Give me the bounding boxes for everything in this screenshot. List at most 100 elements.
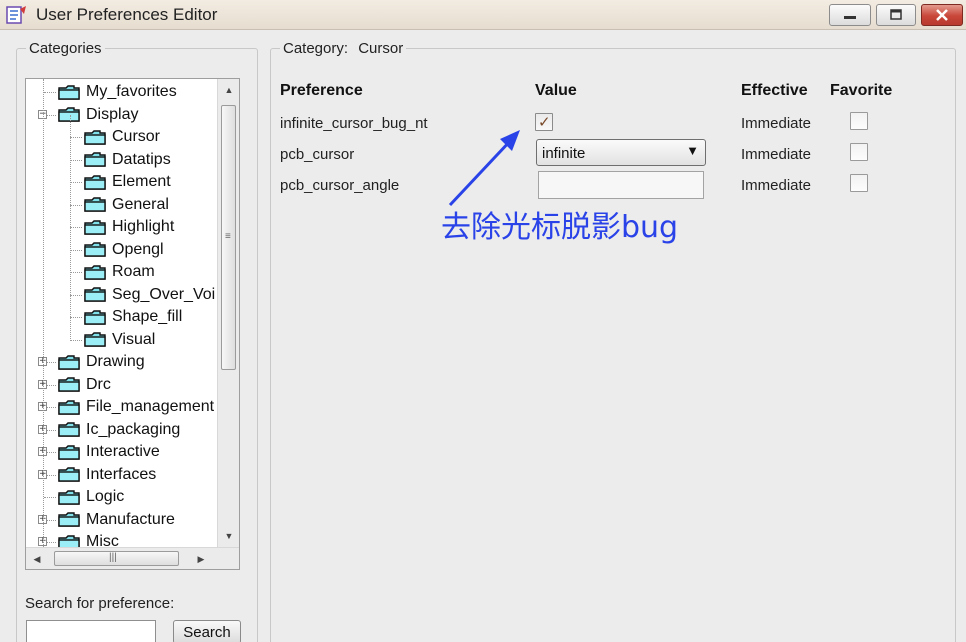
category-legend: Category: Cursor <box>280 40 407 57</box>
value-checkbox[interactable]: ✓ <box>535 113 553 131</box>
tree-connector <box>70 272 82 273</box>
tree-item[interactable]: Manufacture <box>58 509 175 531</box>
maximize-button[interactable] <box>876 4 916 26</box>
tree-item-label: Shape_fill <box>112 308 183 325</box>
tree-item-label: Manufacture <box>86 510 175 528</box>
folder-icon <box>84 152 106 167</box>
value-text-input[interactable] <box>538 171 704 199</box>
tree-connector <box>70 182 82 183</box>
favorite-checkbox[interactable] <box>850 174 868 192</box>
grip-icon: ≡ <box>225 231 231 242</box>
tree-connector <box>70 294 82 296</box>
effective-value: Immediate <box>741 177 812 194</box>
favorite-checkbox[interactable] <box>850 112 868 130</box>
tree-item-label: Opengl <box>112 240 164 258</box>
folder-icon <box>84 264 106 280</box>
tree-item[interactable]: Cursor <box>84 126 160 148</box>
tree-item[interactable]: Element <box>84 171 171 193</box>
client-area: Categories My_favorites Display − Cursor Dat… <box>0 30 966 642</box>
tree-item-label: Drawing <box>86 353 145 370</box>
favorite-checkbox[interactable] <box>850 143 868 161</box>
folder-icon <box>84 197 106 212</box>
search-button[interactable]: Search <box>173 620 241 642</box>
pref-name: pcb_cursor <box>280 146 355 163</box>
tree-item[interactable]: My_favorites <box>58 81 177 103</box>
tree-item-label: Logic <box>86 488 125 505</box>
tree-item[interactable]: Interfaces <box>58 464 156 486</box>
folder-icon <box>58 377 80 392</box>
tree-connector <box>70 249 82 251</box>
tree-connector <box>43 79 44 549</box>
tree-item[interactable]: Datatips <box>84 149 171 171</box>
maximize-icon <box>890 9 902 20</box>
folder-icon <box>84 129 106 145</box>
window-title: User Preferences Editor <box>36 5 218 24</box>
tree-item[interactable]: Opengl <box>84 239 164 261</box>
scroll-right-icon[interactable]: ▶ <box>192 550 210 568</box>
folder-icon <box>58 512 80 527</box>
folder-icon <box>84 332 106 347</box>
header-effective: Effective <box>741 82 808 99</box>
tree-connector <box>44 92 56 93</box>
tree-item-label: Drc <box>86 375 111 393</box>
folder-icon <box>58 107 80 122</box>
header-value: Value <box>535 82 577 99</box>
tree-vertical-scrollbar[interactable]: ▲ ≡ ▼ <box>217 79 239 549</box>
folder-icon <box>84 242 106 257</box>
tree-item-label: Datatips <box>112 150 171 168</box>
search-input[interactable] <box>26 620 156 642</box>
tree-item[interactable]: General <box>84 194 169 216</box>
folder-icon <box>84 287 106 302</box>
close-button[interactable] <box>921 4 963 26</box>
select-value: infinite <box>542 145 586 162</box>
tree-vertical-thumb[interactable]: ≡ <box>221 105 236 370</box>
folder-icon <box>58 444 80 460</box>
header-favorite: Favorite <box>830 82 893 99</box>
tree-connector <box>44 497 56 498</box>
tree-item[interactable]: Seg_Over_Voi <box>84 284 215 306</box>
tree-item-label: My_favorites <box>86 83 177 100</box>
scroll-up-icon[interactable]: ▲ <box>220 81 238 99</box>
minimize-icon <box>844 16 856 19</box>
tree-item[interactable]: Interactive <box>58 441 160 463</box>
categories-legend: Categories <box>26 40 105 57</box>
category-legend-prefix: Category: <box>283 40 349 57</box>
tree-item[interactable]: File_management <box>58 396 214 418</box>
tree-item[interactable]: Visual <box>84 329 155 351</box>
tree-item[interactable]: Logic <box>58 486 124 508</box>
minimize-button[interactable] <box>829 4 871 26</box>
tree-item-label: Seg_Over_Voi <box>112 285 216 303</box>
tree-item-label: Interactive <box>86 443 160 460</box>
tree-connector <box>70 204 82 206</box>
folder-icon <box>58 422 80 437</box>
app-icon <box>6 6 26 24</box>
close-icon <box>936 9 948 21</box>
tree-horizontal-thumb[interactable]: ||| <box>54 551 179 566</box>
folder-icon <box>58 84 80 100</box>
scroll-down-icon[interactable]: ▼ <box>220 527 238 545</box>
folder-icon <box>58 354 80 370</box>
tree-item-label: Display <box>86 105 139 123</box>
chevron-down-icon: ▼ <box>686 143 699 158</box>
scroll-left-icon[interactable]: ◀ <box>28 550 46 568</box>
effective-value: Immediate <box>741 146 812 163</box>
tree-item[interactable]: Ic_packaging <box>58 419 180 441</box>
folder-icon <box>84 219 106 235</box>
value-select[interactable]: infinite ▼ <box>536 139 706 166</box>
pref-name: infinite_cursor_bug_nt <box>280 115 428 132</box>
grip-icon: ||| <box>109 552 117 563</box>
tree-item[interactable]: Highlight <box>84 216 174 238</box>
tree-item[interactable]: Drc <box>58 374 111 396</box>
tree-horizontal-scrollbar[interactable]: ◀ ||| ▶ <box>26 547 239 569</box>
tree-item[interactable]: Shape_fill <box>84 306 182 328</box>
folder-icon <box>84 174 106 190</box>
tree-item-label: General <box>112 195 169 213</box>
tree-connector <box>70 115 71 341</box>
annotation-text: 去除光标脱影bug <box>441 210 679 245</box>
tree-item[interactable]: Drawing <box>58 351 145 373</box>
tree-item[interactable]: Roam <box>84 261 155 283</box>
tree-item-label: File_management <box>86 398 215 415</box>
category-tree[interactable]: My_favorites Display − Cursor Datatips Elemen… <box>25 78 240 570</box>
folder-icon <box>58 399 80 415</box>
tree-connector <box>70 227 82 228</box>
